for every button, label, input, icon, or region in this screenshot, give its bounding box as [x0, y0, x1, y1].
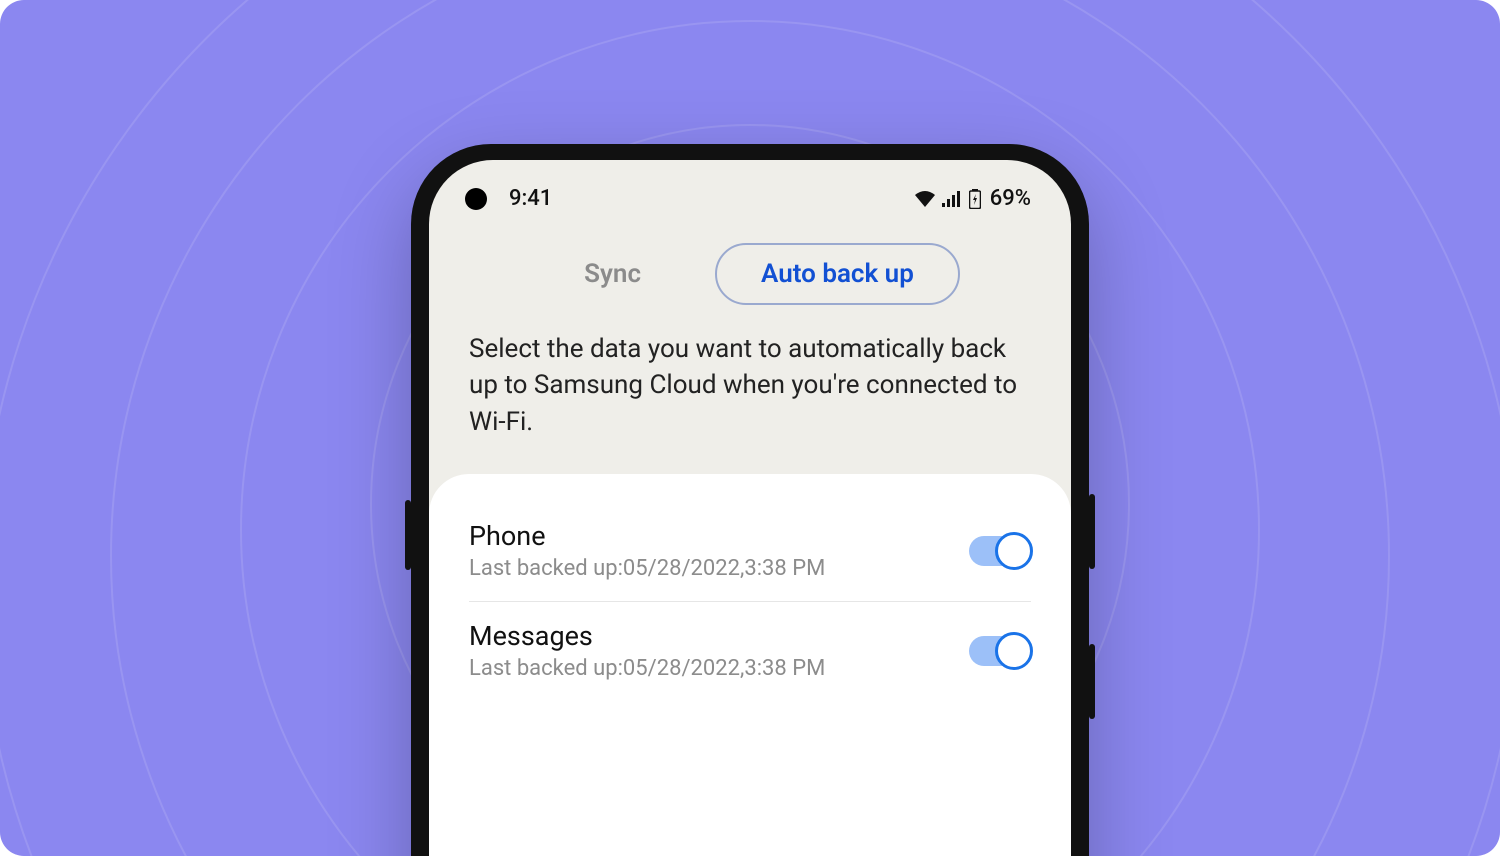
item-subtitle: Last backed up:05/28/2022,3:38 PM	[469, 556, 969, 581]
battery-percentage: 69%	[990, 186, 1031, 211]
status-time: 9:41	[509, 186, 552, 211]
backup-list: Phone Last backed up:05/28/2022,3:38 PM …	[429, 474, 1071, 856]
toggle-switch[interactable]	[969, 536, 1031, 566]
status-bar: 9:41	[429, 160, 1071, 219]
item-title: Phone	[469, 520, 969, 552]
promo-canvas: 9:41	[0, 0, 1500, 856]
phone-side-button	[405, 500, 411, 570]
front-camera	[465, 188, 487, 210]
phone-frame: 9:41	[411, 144, 1089, 856]
battery-icon	[969, 189, 981, 209]
description-text: Select the data you want to automaticall…	[429, 305, 1071, 474]
item-title: Messages	[469, 620, 969, 652]
phone-screen: 9:41	[429, 160, 1071, 856]
wifi-icon	[915, 191, 935, 207]
item-subtitle: Last backed up:05/28/2022,3:38 PM	[469, 656, 969, 681]
phone-side-button	[1089, 644, 1095, 719]
toggle-knob	[995, 532, 1033, 570]
tab-auto-backup[interactable]: Auto back up	[715, 243, 960, 305]
tab-bar: Sync Auto back up	[429, 219, 1071, 305]
tab-sync[interactable]: Sync	[540, 245, 685, 303]
phone-side-button	[1089, 494, 1095, 569]
list-item[interactable]: Phone Last backed up:05/28/2022,3:38 PM	[469, 502, 1031, 601]
list-item[interactable]: Messages Last backed up:05/28/2022,3:38 …	[469, 601, 1031, 701]
signal-icon	[942, 191, 962, 207]
status-icons: 69%	[915, 186, 1031, 211]
toggle-switch[interactable]	[969, 636, 1031, 666]
toggle-knob	[995, 632, 1033, 670]
